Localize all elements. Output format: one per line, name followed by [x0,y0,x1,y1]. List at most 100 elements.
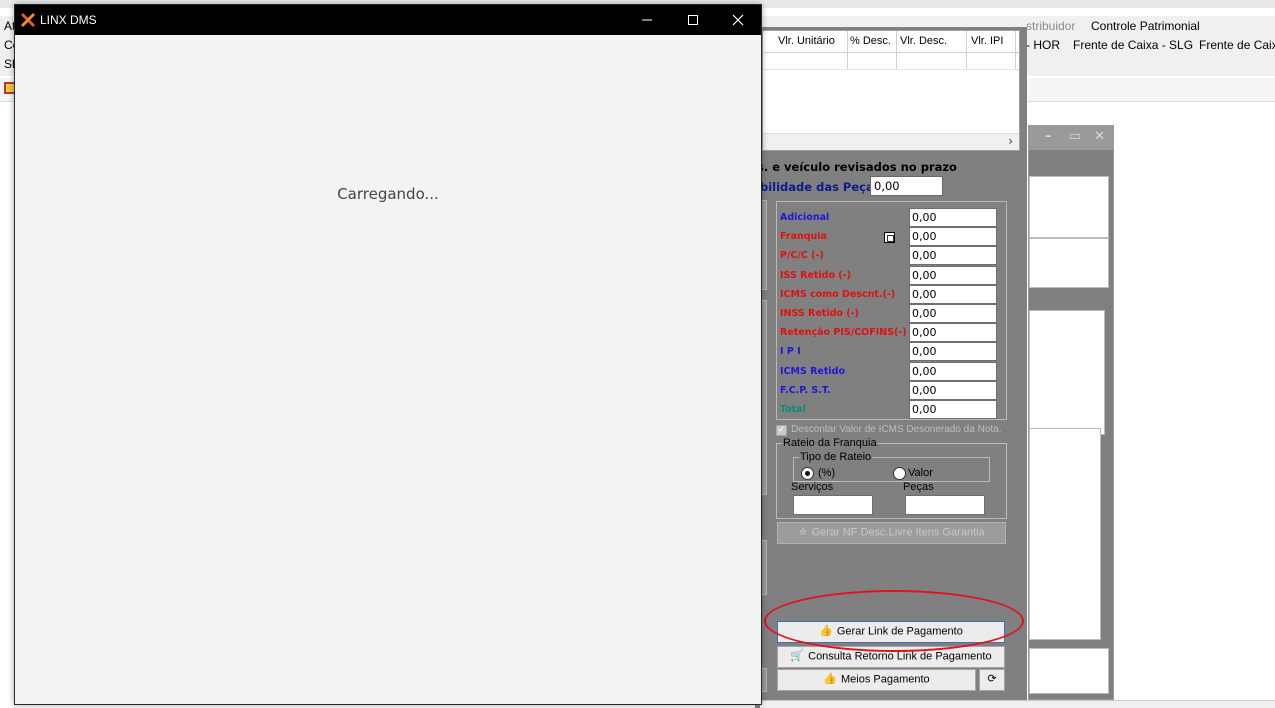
value-label: Adicional [780,212,830,223]
value-field[interactable]: 0,00 [909,304,997,323]
loading-text: Carregando... [337,185,439,203]
maximize-icon [688,15,698,25]
descontar-label: Descontar Valor de ICMS Desonerado da No… [791,424,1002,435]
value-label: Franquia [780,231,827,243]
star-icon: ✮ [798,526,808,538]
menu-distribuidor[interactable]: stribuidor [1026,19,1075,33]
grid-row-line [763,69,1019,70]
minimize-icon [642,19,652,21]
rateio-franquia-group: Rateio da Franquia Tipo de Rateio (%) Va… [776,437,1007,519]
servicos-label: Serviços [791,481,834,493]
pecas-label: Peças [903,481,934,493]
inner-white-box-4 [1029,428,1101,640]
value-row: ICMS como Descnt.(-) 0,00 [779,284,999,304]
minimize-icon[interactable]: – [1045,129,1052,144]
grid-separator [847,31,848,69]
franquia-checkbox[interactable] [884,232,895,244]
inner-white-box-1 [1029,176,1109,238]
tipo-rateio-legend: Tipo de Rateio [799,451,873,463]
menu-frente-caixa-slg[interactable]: Frente de Caixa - SLG [1073,38,1193,52]
tipo-rateio-group: Tipo de Rateio (%) Valor [793,451,990,482]
value-label: P/C/C (-) [780,250,824,262]
descontar-checkbox[interactable]: ✓ [776,425,787,436]
value-field[interactable]: 0,00 [909,400,997,419]
value-row: Adicional 0,00 [779,208,999,227]
col-vlr-ipi[interactable]: Vlr. IPI [971,35,1003,47]
grid-separator [896,31,897,69]
grid-horizontal-scrollbar[interactable]: › [763,133,1019,150]
value-label: Retenção PIS/COFINS(-) [780,327,907,339]
value-label: ISS Retido (-) [780,269,851,281]
grid-separator [966,31,967,69]
refresh-icon: ⟳ [987,673,997,685]
consulta-retorno-link-label: Consulta Retorno Link de Pagamento [808,650,992,663]
menu-controle-patrimonial[interactable]: Controle Patrimonial [1091,19,1200,33]
gerar-nf-garantia-button[interactable]: ✮ Gerar NF Desc.Livre Itens Garantia [777,522,1006,544]
linx-logo-icon [20,12,36,28]
descontar-icms-option[interactable]: ✓ Descontar Valor de ICMS Desonerado da … [776,424,1016,438]
col-percent-desc[interactable]: % Desc. [850,35,891,47]
close-icon[interactable]: ✕ [1094,129,1105,144]
value-row: I P I 0,00 [779,342,999,362]
grid-separator [1015,31,1016,69]
value-field[interactable]: 0,00 [909,342,997,362]
dialog-title: LINX DMS [40,13,97,27]
items-grid: Vlr. Unitário % Desc. Vlr. Desc. Vlr. IP… [762,30,1020,151]
inner-child-window: – ▭ ✕ [1028,125,1114,700]
inner-white-box-5 [1029,648,1109,694]
inner-window-titlebar: – ▭ ✕ [1029,126,1113,150]
value-row: Franquia 0,00 [779,227,999,247]
maximize-icon[interactable]: ▭ [1069,129,1081,144]
value-field[interactable]: 0,00 [909,361,997,381]
value-label: ICMS como Descnt.(-) [780,288,896,300]
value-label: Total [780,404,806,415]
value-field[interactable]: 0,00 [909,246,997,266]
gerar-link-pagamento-label: Gerar Link de Pagamento [836,625,963,638]
value-row: P/C/C (-) 0,00 [779,246,999,266]
consulta-retorno-link-button[interactable]: 🛒 Consulta Retorno Link de Pagamento [777,646,1005,668]
value-label: I P I [780,346,801,358]
col-vlr-unitario[interactable]: Vlr. Unitário [778,35,835,47]
value-field[interactable]: 0,00 [909,227,997,247]
value-field[interactable]: 0,00 [909,265,997,285]
radio-percent-label: (%) [818,467,836,479]
value-row: Retenção PIS/COFINS(-) 0,00 [779,323,999,343]
col-vlr-desc[interactable]: Vlr. Desc. [900,35,947,47]
gerar-nf-garantia-label: Gerar NF Desc.Livre Itens Garantia [811,526,985,539]
meios-pagamento-button[interactable]: 👍 Meios Pagamento [777,669,976,691]
value-row: F.C.P. S.T. 0,00 [779,380,999,400]
rentabilidade-field[interactable]: 0,00 [870,176,943,196]
close-button[interactable] [715,5,761,35]
rentabilidade-label: bilidade das Peças [760,180,881,194]
value-row: Total 0,00 [779,400,999,419]
status-bar [760,700,1275,708]
chevron-right-icon[interactable]: › [1008,134,1013,148]
rateio-legend: Rateio da Franquia [782,437,878,449]
menu-frente-caixa[interactable]: Frente de Caixa [1199,38,1275,52]
value-row: ISS Retido (-) 0,00 [779,265,999,285]
maximize-button[interactable] [670,5,716,35]
minimize-button[interactable] [624,5,670,35]
dialog-titlebar[interactable]: LINX DMS [15,5,761,35]
value-field[interactable]: 0,00 [909,380,997,400]
servicos-input[interactable] [793,495,873,515]
menu-hor[interactable]: - HOR [1026,38,1060,52]
thumbs-up-icon: 👍 [819,625,833,637]
value-field[interactable]: 0,00 [909,323,997,343]
value-field[interactable]: 0,00 [909,208,997,227]
pecas-input[interactable] [905,495,985,515]
radio-valor[interactable] [893,467,906,480]
meios-pagamento-label: Meios Pagamento [841,673,930,686]
refresh-button[interactable]: ⟳ [979,669,1005,691]
radio-percent[interactable] [801,467,814,480]
revisados-text: s. e veículo revisados no prazo [757,160,957,174]
gerar-link-pagamento-button[interactable]: 👍 Gerar Link de Pagamento [777,621,1005,643]
value-label: INSS Retido (-) [780,308,859,319]
radio-valor-label: Valor [908,467,933,479]
thumbs-up-icon: 👍 [823,673,838,685]
value-field[interactable]: 0,00 [909,284,997,304]
inner-white-box-2 [1029,238,1109,288]
cart-icon: 🛒 [790,650,805,662]
value-label: ICMS Retido [780,365,845,377]
value-row: ICMS Retido 0,00 [779,361,999,381]
